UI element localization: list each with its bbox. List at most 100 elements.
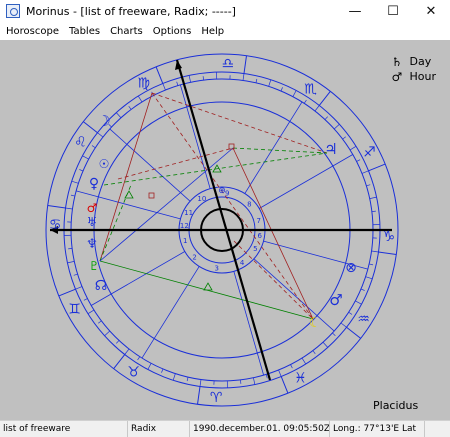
degree-tick xyxy=(312,350,316,354)
day-hour-legend: ♄ Day ♂ Hour xyxy=(392,54,437,84)
degree-tick xyxy=(322,341,328,348)
menu-horoscope[interactable]: Horoscope xyxy=(2,26,63,37)
zodiac-sign-icon: ♑ xyxy=(383,229,396,245)
degree-tick xyxy=(91,145,96,149)
status-chart-type: Radix xyxy=(128,421,190,437)
degree-tick xyxy=(314,105,320,112)
zodiac-divider xyxy=(155,66,164,84)
degree-tick xyxy=(186,377,189,382)
zodiac-divider xyxy=(346,326,361,339)
aspect-line xyxy=(151,92,314,320)
aspect-line xyxy=(232,147,328,154)
degree-tick xyxy=(65,207,73,210)
degree-tick xyxy=(333,124,340,130)
degree-tick xyxy=(303,99,307,104)
degree-tick xyxy=(242,73,245,81)
lot-icon: ⊗ xyxy=(345,260,357,276)
mars-hour-icon: ♂ xyxy=(391,69,403,84)
asc-mark-icon: ⊕ xyxy=(218,186,226,196)
degree-tick xyxy=(342,136,346,140)
degree-tick xyxy=(73,273,78,276)
degree-tick xyxy=(98,320,102,324)
aspect-line xyxy=(151,92,328,154)
aspect-lines xyxy=(99,92,328,320)
degree-tick xyxy=(340,322,347,328)
jupiter-icon: ♃ xyxy=(324,140,337,158)
window-title: Morinus - [list of freeware, Radix; ----… xyxy=(26,4,236,18)
saturn-icon: ♄ xyxy=(391,54,403,69)
minimize-button[interactable]: — xyxy=(336,0,374,22)
resize-grip-icon[interactable] xyxy=(437,424,447,434)
aspect-line xyxy=(99,147,234,262)
maximize-button[interactable]: ☐ xyxy=(374,0,412,22)
zodiac-divider xyxy=(83,121,98,134)
zodiac-divider xyxy=(318,91,331,106)
zodiac-divider xyxy=(378,251,397,255)
degree-tick xyxy=(324,116,328,120)
moon-icon: ☽ xyxy=(97,112,110,130)
legend-day-row: ♄ Day xyxy=(392,54,437,69)
house-number: 7 xyxy=(256,217,260,225)
degree-tick xyxy=(124,348,130,355)
zodiac-divider xyxy=(197,386,201,405)
aspect-line xyxy=(103,152,328,186)
degree-tick xyxy=(199,379,202,387)
degree-tick xyxy=(268,79,272,87)
zodiac-divider xyxy=(58,288,76,297)
degree-tick xyxy=(278,369,282,377)
zodiac-sign-icon: ♉ xyxy=(127,365,140,381)
house-number: 4 xyxy=(240,259,245,267)
status-bar: list of freeware Radix 1990.december.01.… xyxy=(0,420,450,437)
degree-tick xyxy=(137,95,143,103)
house-number: 10 xyxy=(197,195,206,203)
legend-hour-label: Hour xyxy=(409,70,437,83)
house-cusp-line xyxy=(179,84,211,189)
zodiac-sign-icon: ♐ xyxy=(363,145,376,161)
aspect-marker xyxy=(124,190,134,199)
legend-hour-row: ♂ Hour xyxy=(392,69,437,84)
app-icon xyxy=(6,4,20,18)
degree-tick xyxy=(253,377,256,385)
degree-tick xyxy=(301,357,307,365)
degree-tick xyxy=(79,169,84,172)
degree-tick xyxy=(280,87,283,92)
house-number: 5 xyxy=(253,245,257,253)
degree-tick xyxy=(70,194,75,197)
degree-tick xyxy=(365,276,373,280)
title-bar: Morinus - [list of freeware, Radix; ----… xyxy=(0,0,450,22)
moon-yellow-icon: ☾ xyxy=(309,315,322,331)
degree-tick xyxy=(67,261,75,264)
window-controls: — ☐ ✕ xyxy=(336,0,450,22)
degree-tick xyxy=(355,300,362,305)
zodiac-divider xyxy=(243,55,247,74)
mars-icon: ♂ xyxy=(329,291,342,309)
degree-tick xyxy=(348,311,353,315)
menu-tables[interactable]: Tables xyxy=(65,26,104,37)
zodiac-sign-icon: ♎ xyxy=(222,56,235,72)
degree-tick xyxy=(116,112,122,119)
horoscope-chart-area[interactable]: 1 2 3 4 5 6 7 8 9 10 11 12 ♎ ♍ ♌ ♋ ♊ ♉ ♈ ♓ ♒ ♑ ♐ ♏ ☽ ☉ ♀ ♂ ♅ ♆… xyxy=(0,40,450,420)
zodiac-divider xyxy=(280,376,289,394)
degree-tick xyxy=(172,373,176,381)
house-number: 11 xyxy=(184,209,193,217)
close-button[interactable]: ✕ xyxy=(412,0,450,22)
degree-tick xyxy=(128,106,132,110)
aspect-marker xyxy=(148,192,155,199)
status-longitude: Long.: 77°13'E Lat xyxy=(330,421,425,437)
zodiac-divider xyxy=(368,163,386,172)
degree-tick xyxy=(71,180,79,184)
menu-help[interactable]: Help xyxy=(197,26,228,37)
zodiac-sign-icon: ♓ xyxy=(294,370,307,386)
menu-charts[interactable]: Charts xyxy=(106,26,147,37)
zodiac-sign-icon: ♒ xyxy=(357,311,370,327)
degree-tick xyxy=(290,364,293,369)
aspect-marker xyxy=(203,282,213,291)
menu-options[interactable]: Options xyxy=(149,26,196,37)
degree-tick xyxy=(104,330,111,336)
aspect-line xyxy=(233,240,314,320)
degree-tick xyxy=(162,83,166,91)
neptune-icon: ♆ xyxy=(86,237,98,252)
degree-tick xyxy=(87,309,95,315)
legend-day-label: Day xyxy=(409,55,432,68)
degree-tick xyxy=(176,81,179,86)
